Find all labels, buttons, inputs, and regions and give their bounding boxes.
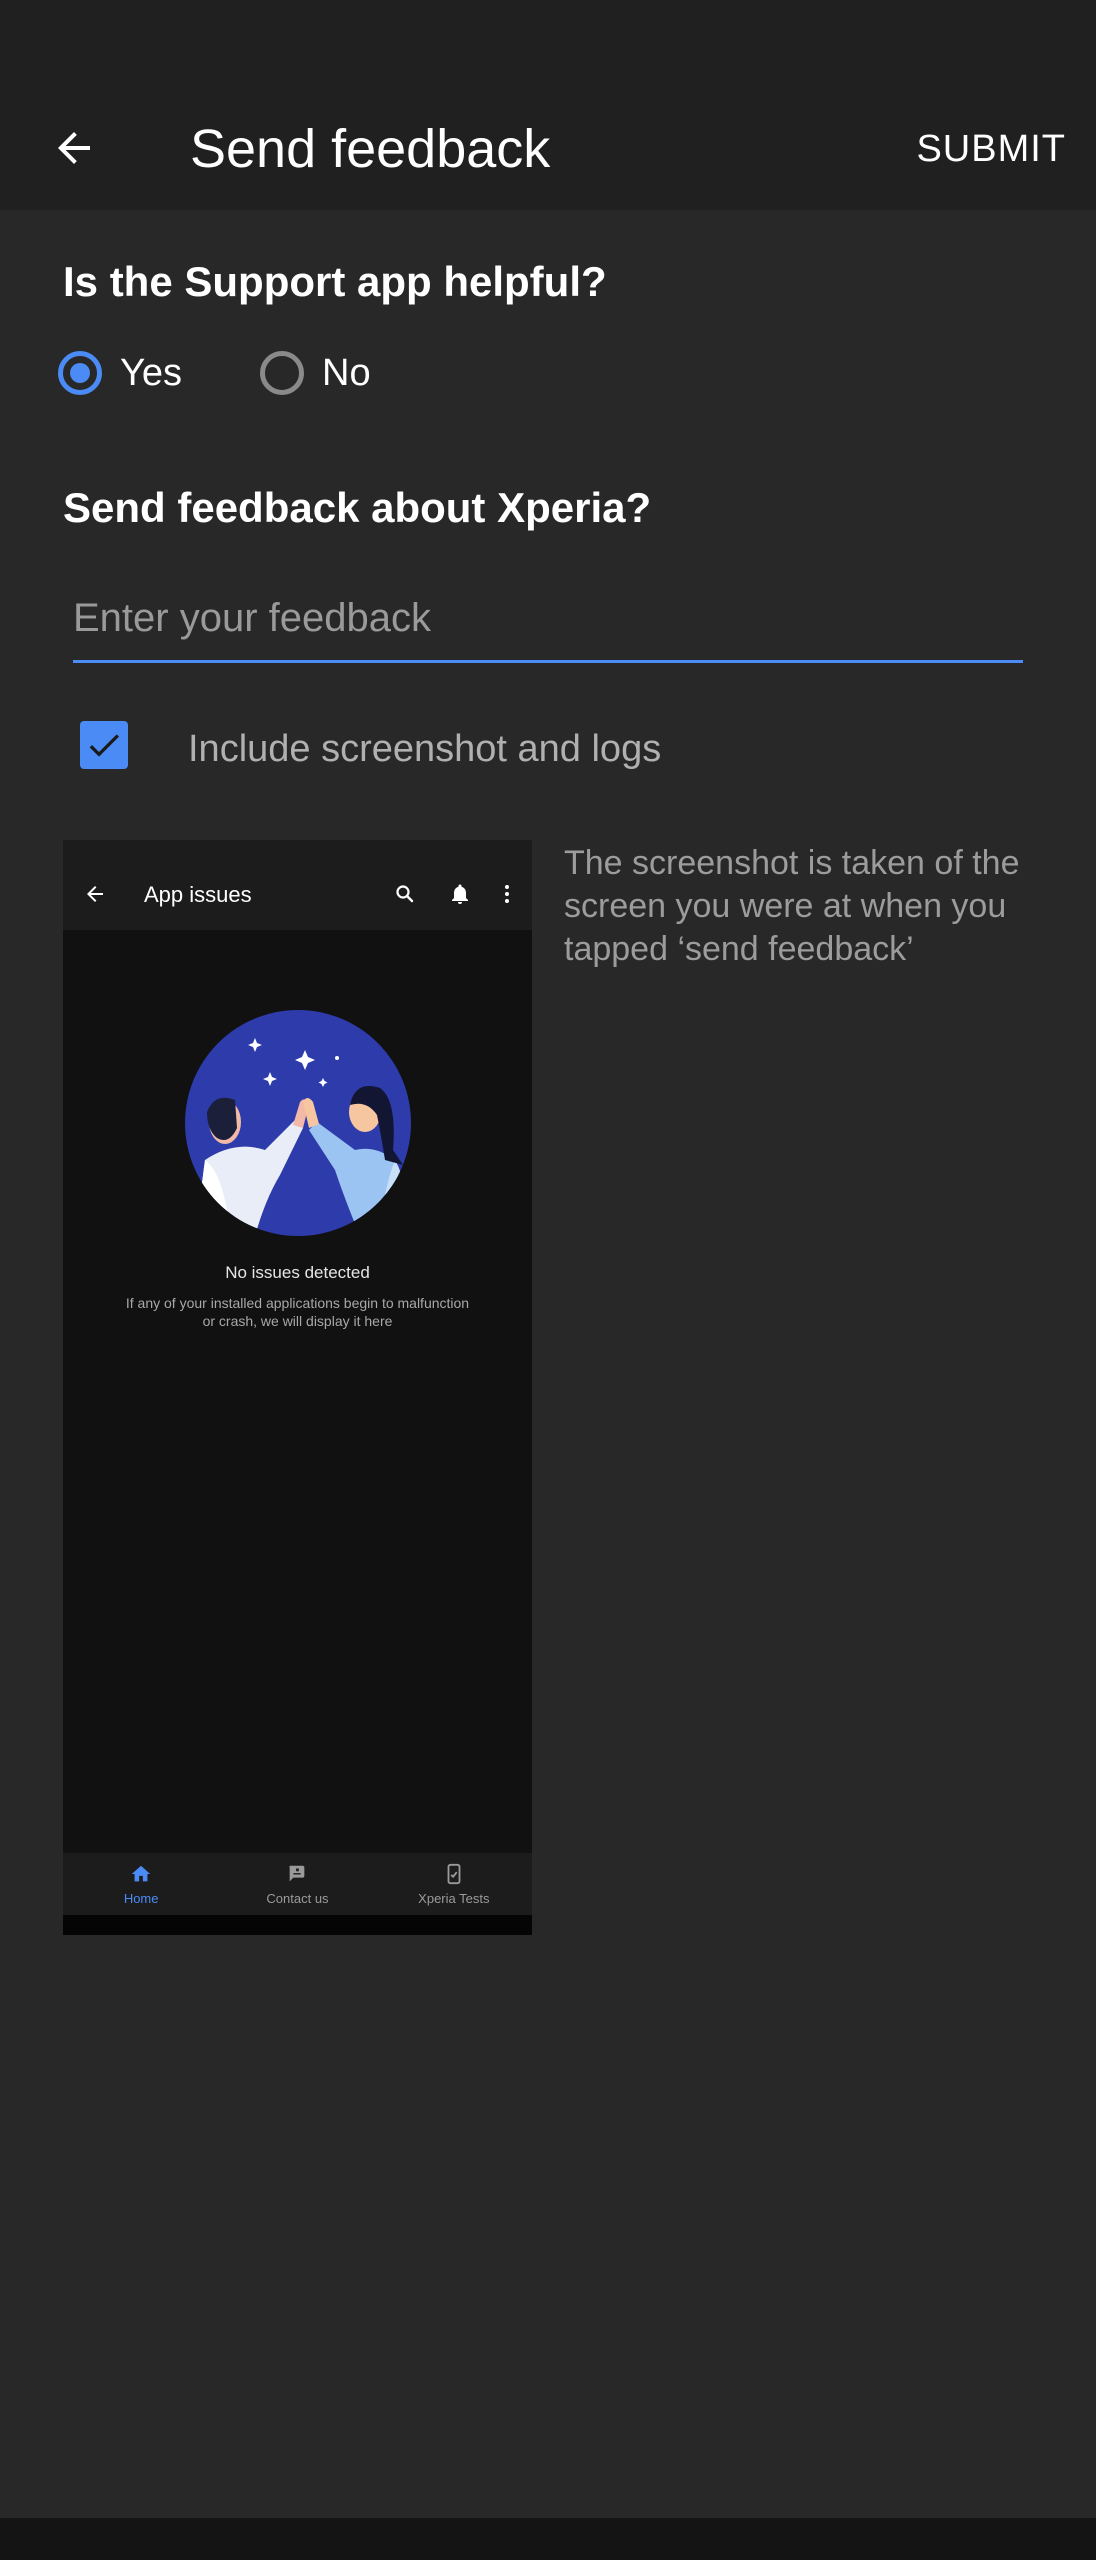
status-bar [0, 0, 1096, 64]
home-icon [131, 1865, 151, 1882]
feedback-input[interactable] [73, 588, 1023, 648]
preview-more-icon [505, 885, 509, 903]
preview-bottom-nav: Home Contact us Xperia Tests [63, 1853, 532, 1915]
preview-nav-home-label: Home [123, 1891, 159, 1906]
preview-nav-contact: Contact us [219, 1853, 375, 1915]
system-navigation-bar [0, 2518, 1096, 2560]
back-button[interactable] [30, 104, 118, 192]
preview-back-arrow-icon [87, 886, 103, 902]
radio-yes-label: Yes [120, 351, 182, 394]
question-xperia-title: Send feedback about Xperia? [63, 484, 652, 531]
preview-bell-icon [452, 884, 468, 904]
include-checkbox-label: Include screenshot and logs [188, 728, 662, 770]
preview-nav-tests: Xperia Tests [376, 1853, 532, 1915]
radio-no[interactable]: No [260, 351, 371, 395]
preview-system-bar [63, 1915, 532, 1935]
preview-nav-tests-label: Xperia Tests [418, 1891, 490, 1906]
app-bar: Send feedback SUBMIT [0, 64, 1096, 210]
check-icon [89, 734, 119, 757]
back-arrow-icon [58, 132, 90, 164]
preview-title: App issues [144, 882, 252, 907]
screenshot-description: The screenshot is taken of the screen yo… [564, 844, 1020, 968]
radio-selected-icon[interactable] [58, 351, 102, 395]
contact-icon [289, 1865, 305, 1882]
helpful-radio-group: Yes No [58, 344, 449, 402]
preview-body-text: If any of your installed applications be… [125, 1295, 470, 1329]
radio-unselected-icon[interactable] [260, 351, 304, 395]
preview-app-bar: App issues [63, 840, 532, 930]
preview-search-icon [396, 885, 414, 903]
radio-yes[interactable]: Yes [58, 351, 182, 395]
screenshot-preview: App issues No issues detected If any of … [63, 840, 532, 1935]
feedback-field [73, 588, 1023, 663]
page-title: Send feedback [190, 119, 551, 179]
phone-test-icon [447, 1863, 461, 1885]
include-checkbox[interactable] [80, 721, 128, 769]
radio-no-label: No [322, 351, 371, 394]
preview-nav-contact-label: Contact us [266, 1891, 329, 1906]
preview-heading: No issues detected [225, 1263, 370, 1282]
include-screenshot-row[interactable]: Include screenshot and logs [80, 720, 661, 770]
high-five-illustration [185, 1010, 411, 1236]
question-helpful-title: Is the Support app helpful? [63, 258, 607, 305]
submit-button[interactable]: SUBMIT [916, 114, 1066, 185]
preview-nav-home: Home [63, 1853, 219, 1915]
